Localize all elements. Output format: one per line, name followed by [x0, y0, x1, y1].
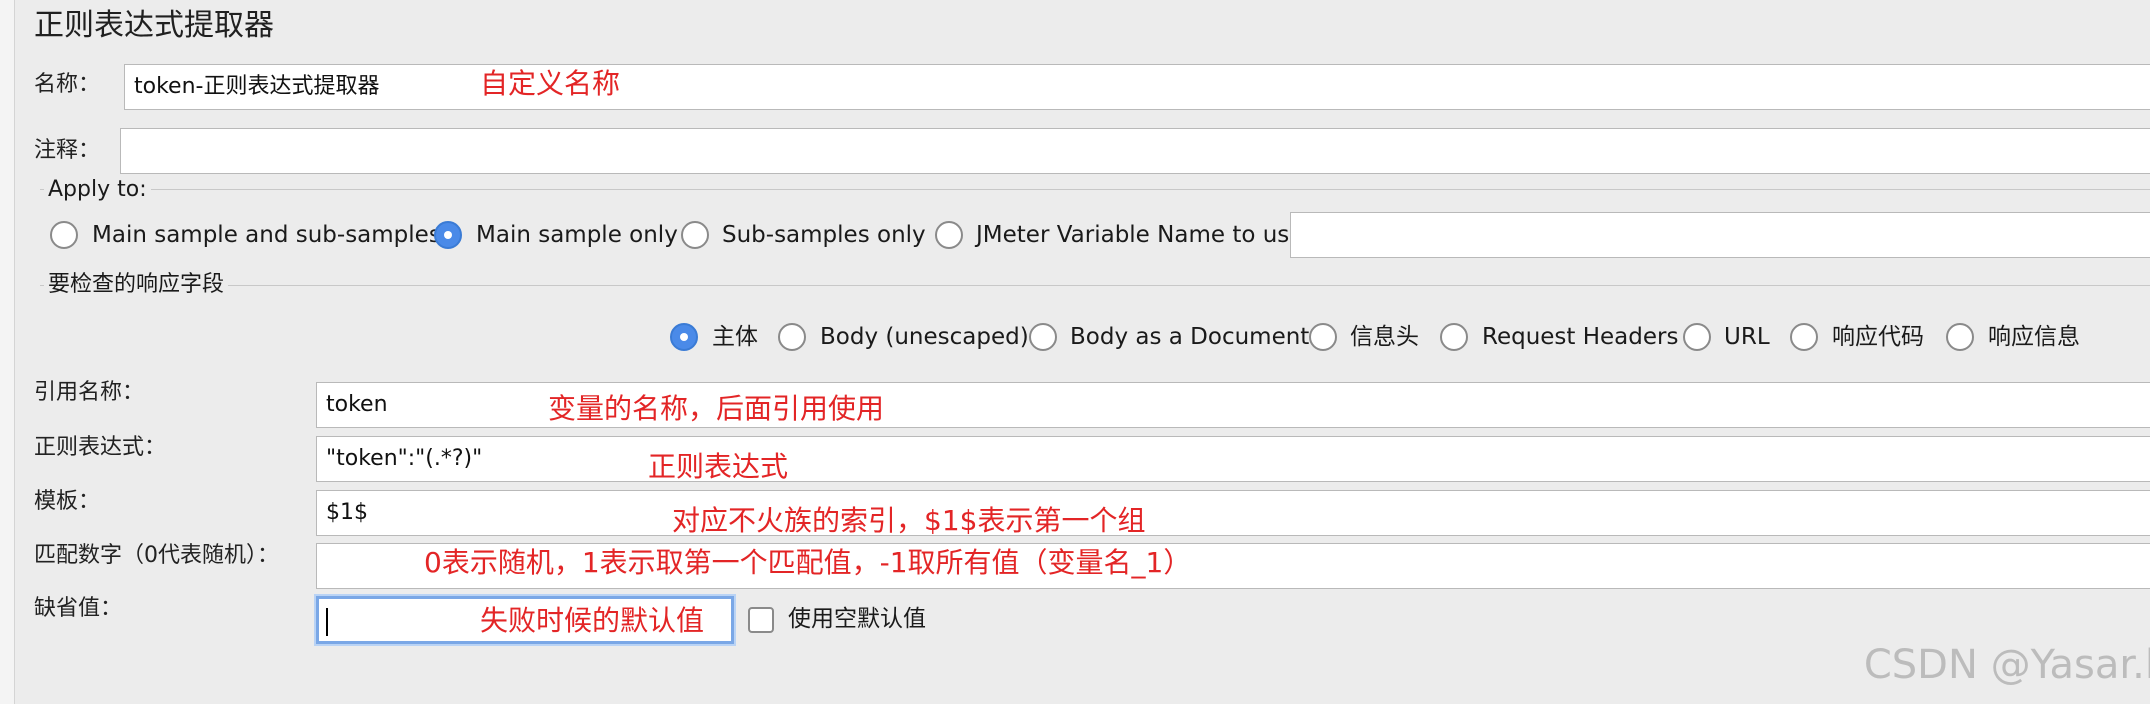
radio-main-only-label[interactable]: Main sample only: [476, 220, 678, 250]
radio-jmeter-variable[interactable]: [935, 221, 963, 249]
template-input-value: $1$: [326, 500, 368, 525]
regex-annotation: 正则表达式: [648, 450, 789, 483]
default-label: 缺省值：: [34, 596, 123, 621]
radio-jmeter-variable-label[interactable]: JMeter Variable Name to use: [976, 220, 1303, 250]
radio-response-code-label[interactable]: 响应代码: [1832, 322, 1924, 352]
apply-to-title: Apply to:: [44, 175, 151, 205]
radio-request-headers[interactable]: [1440, 323, 1468, 351]
radio-main-and-sub-label[interactable]: Main sample and sub-samples: [92, 220, 441, 250]
radio-body-unescaped[interactable]: [778, 323, 806, 351]
match-no-label: 匹配数字（0代表随机）：: [34, 543, 279, 568]
ref-name-label: 引用名称：: [34, 380, 145, 405]
radio-main-and-sub[interactable]: [50, 221, 78, 249]
radio-sub-only[interactable]: [681, 221, 709, 249]
apply-to-divider: [40, 189, 2150, 190]
radio-headers-label[interactable]: 信息头: [1350, 322, 1419, 352]
radio-url[interactable]: [1683, 323, 1711, 351]
match-no-annotation: 0表示随机，1表示取第一个匹配值，-1取所有值（变量名_1）: [424, 546, 1192, 579]
radio-body-as-document-label[interactable]: Body as a Document: [1070, 322, 1309, 352]
radio-sub-only-label[interactable]: Sub-samples only: [722, 220, 926, 250]
radio-request-headers-label[interactable]: Request Headers: [1482, 322, 1678, 352]
name-input-value: token-正则表达式提取器: [134, 74, 380, 99]
radio-response-message[interactable]: [1946, 323, 1974, 351]
name-input[interactable]: token-正则表达式提取器: [124, 64, 2150, 110]
template-input[interactable]: $1$: [316, 490, 2150, 536]
regex-input[interactable]: "token":"(.*?)": [316, 436, 2150, 482]
regex-input-value: "token":"(.*?)": [326, 446, 483, 471]
radio-url-label[interactable]: URL: [1724, 322, 1770, 352]
radio-body[interactable]: [670, 323, 698, 351]
response-field-divider: [40, 285, 2150, 286]
radio-body-unescaped-label[interactable]: Body (unescaped): [820, 322, 1029, 352]
jmeter-variable-input[interactable]: [1290, 212, 2150, 258]
watermark: CSDN @Yasar.l: [1863, 642, 2150, 688]
template-label: 模板：: [34, 489, 101, 514]
comment-input[interactable]: [120, 128, 2150, 174]
ref-name-input-value: token: [326, 392, 388, 417]
ref-name-annotation: 变量的名称，后面引用使用: [548, 392, 885, 425]
name-annotation: 自定义名称: [480, 67, 621, 100]
radio-main-only[interactable]: [434, 221, 462, 249]
template-annotation: 对应不火族的索引，$1$表示第一个组: [672, 504, 1146, 537]
default-annotation: 失败时候的默认值: [480, 604, 705, 637]
name-label: 名称：: [34, 72, 101, 97]
empty-default-checkbox[interactable]: [748, 607, 774, 633]
panel-title: 正则表达式提取器: [34, 8, 274, 43]
response-field-title: 要检查的响应字段: [44, 270, 229, 300]
radio-response-message-label[interactable]: 响应信息: [1988, 322, 2080, 352]
empty-default-label[interactable]: 使用空默认值: [788, 604, 926, 634]
radio-body-label[interactable]: 主体: [712, 322, 758, 352]
text-caret: [326, 608, 328, 636]
radio-body-as-document[interactable]: [1029, 323, 1057, 351]
comment-label: 注释：: [34, 138, 101, 163]
radio-response-code[interactable]: [1790, 323, 1818, 351]
regex-label: 正则表达式：: [34, 435, 167, 460]
left-panel-edge: [0, 0, 15, 704]
radio-headers[interactable]: [1309, 323, 1337, 351]
